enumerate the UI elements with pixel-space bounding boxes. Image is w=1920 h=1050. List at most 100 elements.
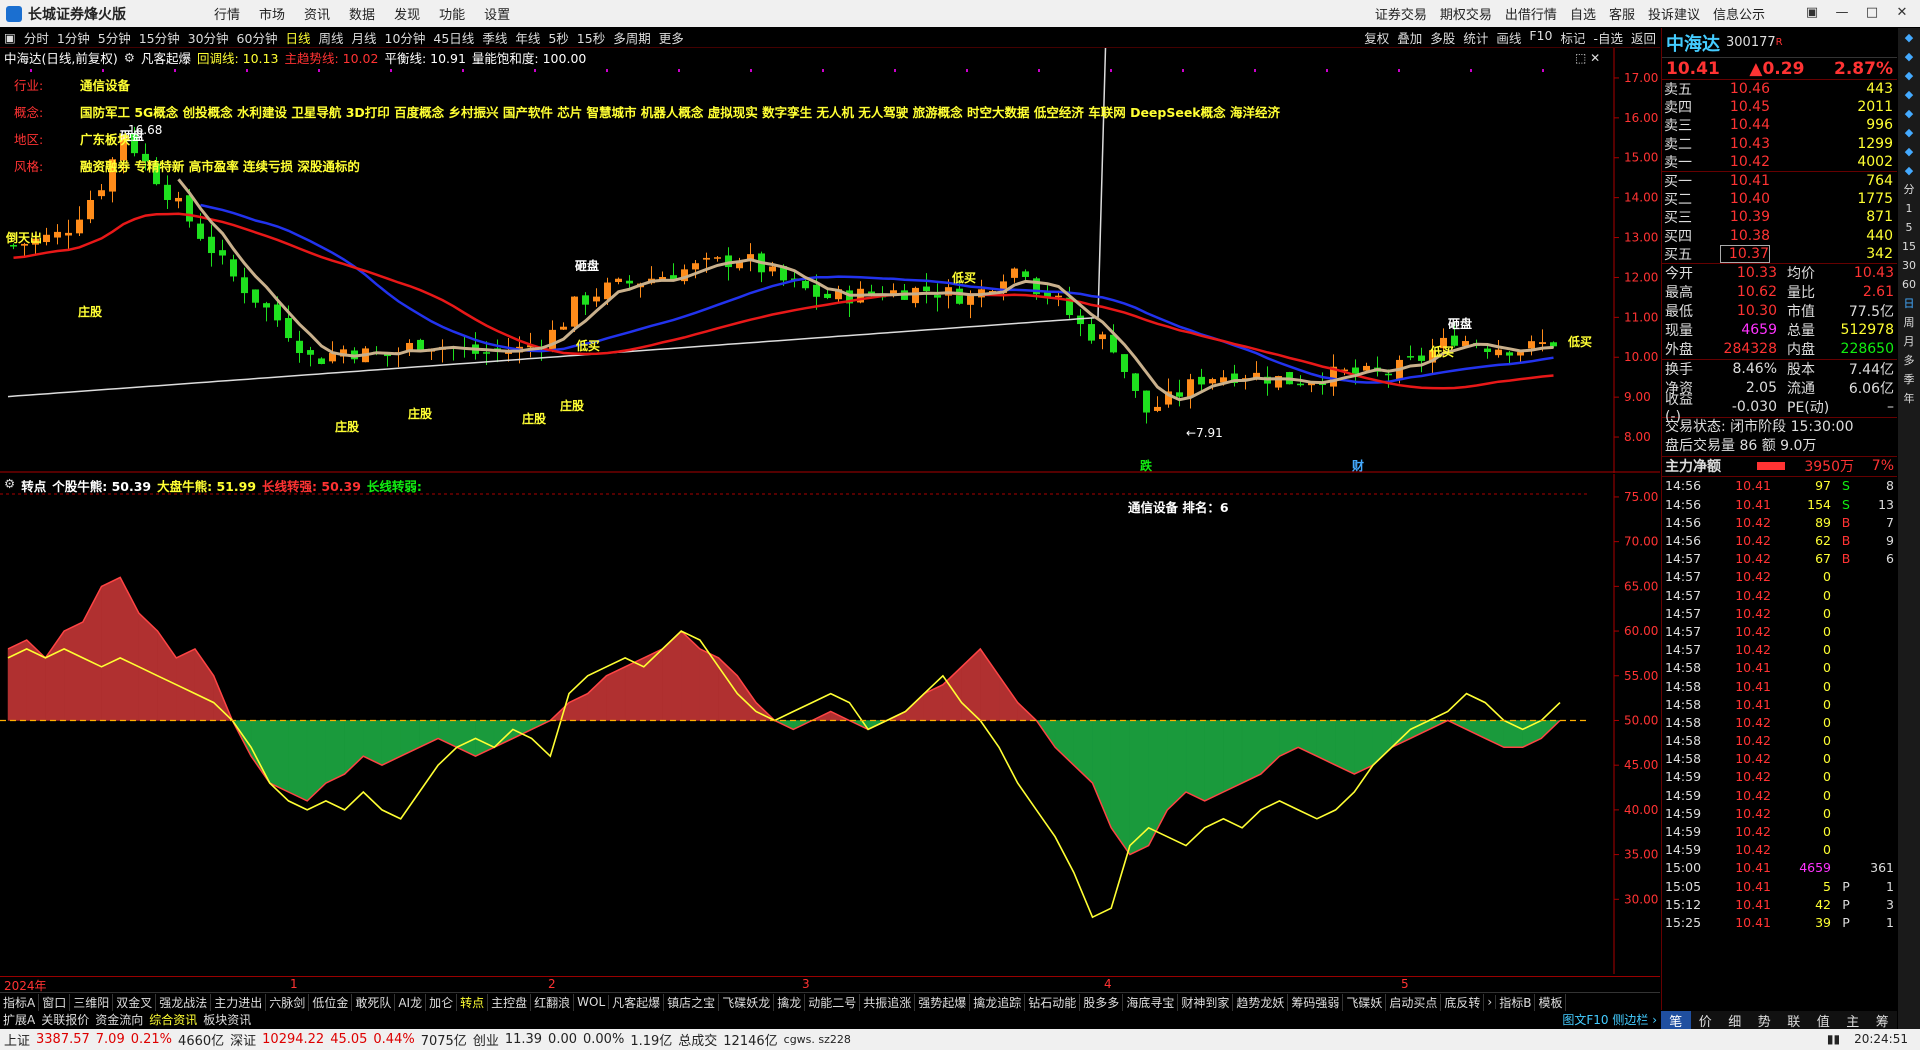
quote-tab-2[interactable]: 细	[1720, 1011, 1750, 1030]
candle-body[interactable]	[1484, 348, 1491, 352]
indicator-tab-21[interactable]: 强势起爆	[915, 993, 971, 1011]
indicator-tab-right-1[interactable]: 模板	[1535, 993, 1567, 1011]
chart-tool-2[interactable]: 多股	[1430, 28, 1455, 47]
candle-body[interactable]	[1506, 352, 1513, 356]
period-tab-11[interactable]: 季线	[478, 28, 511, 47]
candle-body[interactable]	[1209, 379, 1216, 384]
indicator-tab-4[interactable]: 强龙战法	[156, 993, 212, 1011]
sidebar-period-5[interactable]: 60	[1898, 275, 1920, 294]
period-tab-3[interactable]: 15分钟	[135, 28, 184, 47]
chart-tool-0[interactable]: 复权	[1364, 28, 1389, 47]
candle-body[interactable]	[956, 288, 963, 304]
candle-body[interactable]	[1352, 367, 1359, 374]
candle-body[interactable]	[1143, 390, 1150, 413]
candle-body[interactable]	[54, 231, 61, 238]
bid-price[interactable]: 10.37	[1720, 244, 1770, 263]
indicator-tab-26[interactable]: 财神到家	[1178, 993, 1234, 1011]
indicator-tab-30[interactable]: 启动买点	[1386, 993, 1442, 1011]
candle-body[interactable]	[164, 184, 171, 200]
candle-body[interactable]	[582, 295, 589, 305]
sidebar-tool-icon-5[interactable]: ◆	[1898, 123, 1920, 142]
bid-price[interactable]: 10.40	[1720, 191, 1770, 207]
indicator-tab-3[interactable]: 双金叉	[113, 993, 157, 1011]
sidebar-tool-icon-4[interactable]: ◆	[1898, 104, 1920, 123]
candle-body[interactable]	[593, 296, 600, 302]
indicator-tab-2[interactable]: 三维阳	[70, 993, 114, 1011]
candle-body[interactable]	[252, 289, 259, 303]
candle-body[interactable]	[175, 197, 182, 202]
ext-tab-2[interactable]: 资金流向	[92, 1011, 146, 1028]
indicator-tab-15[interactable]: 凡客起爆	[609, 993, 665, 1011]
indicator-tab-16[interactable]: 镇店之宝	[664, 993, 720, 1011]
candle-body[interactable]	[1539, 342, 1546, 344]
chart-close-icon[interactable]: ⬚ ✕	[1575, 51, 1600, 65]
period-tab-6[interactable]: 日线	[281, 28, 314, 47]
maximize-icon[interactable]: □	[1860, 2, 1884, 24]
candle-body[interactable]	[560, 326, 567, 330]
indicator-tab-28[interactable]: 筹码强弱	[1288, 993, 1344, 1011]
candle-body[interactable]	[76, 219, 83, 234]
menu-item-0[interactable]: 行情	[214, 4, 240, 23]
candle-body[interactable]	[296, 340, 303, 354]
sidebar-period-2[interactable]: 5	[1898, 218, 1920, 237]
candle-body[interactable]	[241, 277, 248, 294]
indicator-tab-5[interactable]: 主力进出	[211, 993, 267, 1011]
indicator-tab-right-0[interactable]: 指标B	[1496, 993, 1536, 1011]
quote-tab-7[interactable]: 筹	[1868, 1011, 1898, 1030]
menu-item-2[interactable]: 资讯	[304, 4, 330, 23]
indicator-chart[interactable]: 75.00 70.00 65.00 60.00 55.00 50.00 45.00 40.00…	[0, 474, 1660, 974]
right-menu-item-5[interactable]: 投诉建议	[1648, 4, 1700, 23]
candle-body[interactable]	[43, 234, 50, 243]
candle-body[interactable]	[307, 350, 314, 355]
right-menu-item-0[interactable]: 证券交易	[1375, 4, 1427, 23]
ask-price[interactable]: 10.43	[1720, 136, 1770, 152]
sidebar-tool-icon-1[interactable]: ◆	[1898, 47, 1920, 66]
ext-tab-4[interactable]: 板块资讯	[200, 1011, 254, 1028]
period-tab-0[interactable]: 分时	[20, 28, 53, 47]
chart-tool-6[interactable]: 标记	[1560, 28, 1585, 47]
candle-body[interactable]	[1154, 406, 1161, 411]
settings-icon[interactable]: ⚙	[124, 50, 135, 65]
sidebar-period-3[interactable]: 15	[1898, 237, 1920, 256]
period-tab-1[interactable]: 1分钟	[53, 28, 94, 47]
side-toggle[interactable]: 图文F10 侧边栏 ›	[1559, 1011, 1660, 1028]
menu-item-1[interactable]: 市场	[259, 4, 285, 23]
sidebar-period-6[interactable]: 日	[1898, 294, 1920, 313]
candle-body[interactable]	[263, 303, 270, 308]
indicator-tab-10[interactable]: 加仑	[426, 993, 458, 1011]
panel-toggle-icon[interactable]: ▣	[0, 30, 20, 45]
bid-price[interactable]: 10.38	[1720, 228, 1770, 244]
candle-body[interactable]	[615, 278, 622, 282]
candle-body[interactable]	[769, 266, 776, 272]
sidebar-period-11[interactable]: 年	[1898, 389, 1920, 408]
candle-body[interactable]	[1297, 383, 1304, 386]
quote-tab-4[interactable]: 联	[1779, 1011, 1809, 1030]
candle-body[interactable]	[1550, 342, 1557, 347]
chart-tool-3[interactable]: 统计	[1463, 28, 1488, 47]
candle-body[interactable]	[219, 250, 226, 256]
indicator-tab-18[interactable]: 擒龙	[774, 993, 806, 1011]
candle-body[interactable]	[824, 293, 831, 298]
candle-body[interactable]	[417, 339, 424, 351]
indicator-name[interactable]: 凡客起爆	[141, 48, 191, 67]
indicator-tab-13[interactable]: 红翻浪	[531, 993, 575, 1011]
bid-price[interactable]: 10.39	[1720, 209, 1770, 225]
period-tab-9[interactable]: 10分钟	[381, 28, 430, 47]
candle-body[interactable]	[1011, 268, 1018, 278]
indicator-tab-22[interactable]: 擒龙追踪	[970, 993, 1026, 1011]
period-tab-4[interactable]: 30分钟	[184, 28, 233, 47]
indicator-tab-19[interactable]: 动能二号	[805, 993, 861, 1011]
sidebar-period-1[interactable]: 1	[1898, 199, 1920, 218]
candle-body[interactable]	[923, 286, 930, 292]
tick-list[interactable]: 14:56 10.41 97 S 8 14:56 10.41 154 S 13 14:56 10.42…	[1662, 477, 1897, 932]
ext-tab-1[interactable]: 关联报价	[38, 1011, 92, 1028]
candle-body[interactable]	[1077, 315, 1084, 325]
sidebar-period-0[interactable]: 分	[1898, 180, 1920, 199]
indicator-tab-31[interactable]: 底反转	[1441, 993, 1485, 1011]
candle-body[interactable]	[1099, 334, 1106, 340]
indicator-tab-14[interactable]: WOL	[574, 995, 610, 1009]
chart-tool-5[interactable]: F10	[1529, 28, 1552, 47]
candle-body[interactable]	[10, 245, 17, 247]
indicator-tab-27[interactable]: 趋势龙妖	[1233, 993, 1289, 1011]
sidebar-tool-icon-0[interactable]: ◆	[1898, 28, 1920, 47]
